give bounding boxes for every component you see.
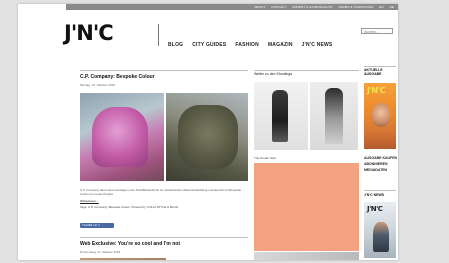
divider (364, 66, 396, 67)
nav-item-fashion[interactable]: FASHION (235, 42, 259, 48)
read-more-link[interactable]: Weiterlesen… (80, 199, 99, 203)
jacket-shape (178, 105, 238, 169)
screenshot-frame: ABOUT CONTACT IMPRINT & DATENSCHUTZ TERM… (0, 0, 449, 263)
top-nav-lang-en[interactable]: EN (379, 4, 383, 10)
current-issue-heading: AKTUELLE AUSGABE (364, 68, 383, 76)
divider (364, 190, 396, 191)
top-nav-imprint[interactable]: IMPRINT & DATENSCHUTZ (292, 4, 332, 10)
nav-item-jnc-news[interactable]: J'N'C NEWS (302, 42, 333, 48)
news-cover[interactable]: J'N'C (364, 202, 396, 258)
model-figure (325, 88, 343, 144)
cover-face (372, 103, 390, 127)
search-input[interactable]: Suchen... (361, 28, 393, 34)
article-date: Montag, 15. Oktober 2018 (80, 83, 115, 87)
article-title[interactable]: Web Exclusive: You’re so cool and I’m no… (80, 241, 180, 247)
article-image-pink-jacket[interactable] (80, 93, 164, 181)
web-page: ABOUT CONTACT IMPRINT & DATENSCHUTZ TERM… (18, 4, 398, 260)
magazine-cover-current[interactable]: J'N'C (364, 83, 396, 149)
article-excerpt: C.P. Company dient seine Heritage in der… (80, 188, 242, 196)
nav-item-blog[interactable]: BLOG (168, 42, 183, 48)
shooting-image-3[interactable] (254, 252, 359, 260)
ad-banner[interactable] (254, 163, 359, 251)
jacket-shape (92, 107, 148, 167)
model-figure (272, 90, 288, 142)
shooting-caption[interactable]: The Tender Spot (254, 156, 276, 160)
divider (80, 70, 248, 71)
shooting-image-1[interactable] (254, 82, 308, 150)
article-tags[interactable]: Tags: C.P. Company, Bespoke Colour | Pos… (80, 205, 200, 209)
nav-item-city-guides[interactable]: CITY GUIDES (192, 42, 226, 48)
article-date: Donnerstag, 11. Oktober 2018 (80, 250, 121, 254)
cover-masthead: J'N'C (367, 205, 383, 213)
cover-masthead: J'N'C (367, 86, 385, 95)
site-logo[interactable]: J'N'C (64, 22, 114, 44)
cover-figures (373, 222, 389, 252)
article-title[interactable]: C.P. Company: Bespoke Colour (80, 74, 155, 80)
top-utility-bar: ABOUT CONTACT IMPRINT & DATENSCHUTZ TERM… (66, 4, 398, 10)
top-nav: ABOUT CONTACT IMPRINT & DATENSCHUTZ TERM… (254, 4, 394, 10)
main-nav: BLOG CITY GUIDES FASHION MAGAZIN J'N'C N… (168, 42, 332, 48)
nav-item-magazin[interactable]: MAGAZIN (268, 42, 293, 48)
top-nav-contact[interactable]: CONTACT (271, 4, 286, 10)
media-data-link[interactable]: MEDIADATEN (364, 167, 397, 173)
jnc-news-heading: J'N'C NEWS (364, 193, 385, 197)
logo-divider (158, 24, 159, 46)
top-nav-lang-de[interactable]: DE (390, 4, 394, 10)
shootings-heading[interactable]: Weiter zu den Shootings (254, 72, 292, 76)
divider (80, 237, 248, 238)
article-image-olive-jacket[interactable] (166, 93, 248, 181)
top-nav-about[interactable]: ABOUT (254, 4, 265, 10)
article-image[interactable] (80, 258, 166, 260)
facebook-like-button[interactable]: f Gefällt mir 1 (80, 223, 114, 228)
top-nav-terms[interactable]: TERMS & CONDITIONS (338, 4, 373, 10)
issue-links: AUSGABE KAUFEN ABONNIEREN MEDIADATEN (364, 155, 397, 173)
shooting-image-2[interactable] (310, 82, 358, 150)
divider (254, 70, 359, 71)
